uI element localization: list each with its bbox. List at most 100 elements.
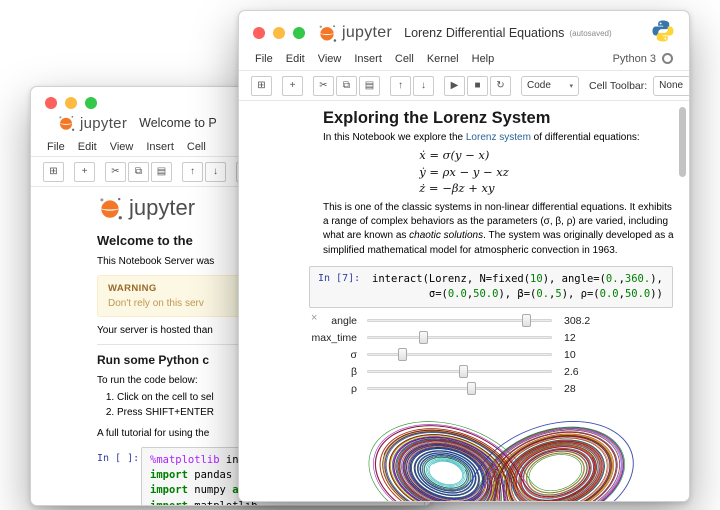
equation-line: ż = −βz + xy [419, 180, 509, 197]
add-cell-button[interactable]: + [74, 162, 95, 182]
brand-text: jupyter [80, 115, 127, 132]
slider-handle[interactable] [522, 314, 531, 327]
jupyter-planet-icon [97, 195, 123, 221]
page-title: Exploring the Lorenz System [323, 109, 675, 128]
minimize-button[interactable] [273, 27, 285, 39]
jupyter-planet-icon [317, 23, 337, 43]
beta-slider[interactable] [367, 364, 552, 379]
slider-handle[interactable] [459, 365, 468, 378]
code-editor[interactable]: interact(Lorenz, N=fixed(10), angle=(0.,… [364, 272, 663, 302]
restart-kernel-button[interactable]: ↻ [490, 76, 511, 96]
menu-help[interactable]: Help [472, 53, 495, 65]
add-cell-button[interactable]: + [282, 76, 303, 96]
move-cell-down-button[interactable]: ↓ [413, 76, 434, 96]
scrollbar[interactable] [679, 107, 686, 177]
widget-row-max-time: max_time 12 [249, 329, 689, 346]
menu-file[interactable]: File [255, 53, 273, 65]
slider-label: σ [249, 349, 367, 361]
widget-row-sigma: σ 10 [249, 346, 689, 363]
angle-slider[interactable] [367, 313, 552, 328]
autosave-status: (autosaved) [569, 29, 611, 38]
cut-cell-button[interactable]: ✂ [313, 76, 334, 96]
code-line: interact(Lorenz, N=fixed(10), angle=(0.,… [372, 272, 663, 287]
menu-file[interactable]: File [47, 141, 65, 153]
widget-row-beta: β 2.6 [249, 363, 689, 380]
slider-label: angle [249, 315, 367, 327]
window-controls [253, 27, 305, 39]
body-italic-text: chaotic solutions [409, 230, 483, 241]
slider-handle[interactable] [398, 348, 407, 361]
equation-line: ẋ = σ(y − x) [419, 147, 509, 164]
run-cell-button[interactable]: ▶ [444, 76, 465, 96]
slider-value: 28 [564, 383, 576, 395]
menu-cell[interactable]: Cell [187, 141, 206, 153]
paste-cell-button[interactable]: ▤ [151, 162, 172, 182]
paste-cell-button[interactable]: ▤ [359, 76, 380, 96]
python-logo-icon [651, 19, 675, 48]
lorenz-system-link[interactable]: Lorenz system [466, 132, 531, 143]
menu-insert[interactable]: Insert [354, 53, 382, 65]
menu-insert[interactable]: Insert [146, 141, 174, 153]
close-button[interactable] [45, 97, 57, 109]
max-time-slider[interactable] [367, 330, 552, 345]
jupyter-planet-icon [57, 114, 75, 132]
jupyter-logo: jupyter [57, 114, 127, 132]
input-prompt: In [7]: [318, 272, 364, 302]
code-line: σ=(0.0,50.0), β=(0.,5), ρ=(0.0,50.0)) [372, 287, 663, 302]
equation-line: ẏ = ρx − y − xz [419, 164, 509, 181]
header-bar: jupyter Lorenz Differential Equations (a… [239, 11, 689, 47]
slider-value: 10 [564, 349, 576, 361]
save-button[interactable]: ⊞ [43, 162, 64, 182]
kernel-indicator: Python 3 [613, 53, 673, 65]
cell-type-select[interactable]: Code ▾ [521, 76, 579, 96]
save-button[interactable]: ⊞ [251, 76, 272, 96]
minimize-button[interactable] [65, 97, 77, 109]
menu-view[interactable]: View [110, 141, 134, 153]
stop-kernel-button[interactable]: ■ [467, 76, 488, 96]
widget-row-rho: ρ 28 [249, 380, 689, 397]
intro-text: of differential equations: [531, 132, 640, 143]
notebook-title[interactable]: Welcome to P [139, 116, 217, 130]
copy-cell-button[interactable]: ⧉ [128, 162, 149, 182]
menu-edit[interactable]: Edit [286, 53, 305, 65]
zoom-button[interactable] [293, 27, 305, 39]
move-cell-up-button[interactable]: ↑ [182, 162, 203, 182]
cut-cell-button[interactable]: ✂ [105, 162, 126, 182]
kernel-idle-icon [662, 53, 673, 64]
menu-view[interactable]: View [318, 53, 342, 65]
move-cell-up-button[interactable]: ↑ [390, 76, 411, 96]
input-prompt: In [ ]: [97, 447, 141, 506]
menu-cell[interactable]: Cell [395, 53, 414, 65]
notebook-title[interactable]: Lorenz Differential Equations [404, 26, 564, 40]
brand-text: jupyter [342, 24, 392, 42]
close-button[interactable] [253, 27, 265, 39]
cell-output: × angle 308.2 max_time 12 σ [239, 312, 689, 502]
jupyter-logo: jupyter [317, 23, 392, 43]
slider-value: 2.6 [564, 366, 579, 378]
lorenz-attractor-plot [351, 401, 651, 502]
menu-edit[interactable]: Edit [78, 141, 97, 153]
cell-toolbar-select[interactable]: None ▾ [653, 76, 690, 96]
widget-close-button[interactable]: × [311, 313, 317, 324]
slider-label: ρ [249, 383, 367, 395]
slider-handle[interactable] [467, 382, 476, 395]
notebook-logo-text: jupyter [129, 195, 195, 221]
code-input-area[interactable]: In [7]: interact(Lorenz, N=fixed(10), an… [309, 266, 673, 308]
rho-slider[interactable] [367, 381, 552, 396]
slider-track [367, 336, 552, 339]
front-notebook-window[interactable]: jupyter Lorenz Differential Equations (a… [238, 10, 690, 502]
cell-toolbar-label: Cell Toolbar: [589, 80, 647, 92]
sigma-slider[interactable] [367, 347, 552, 362]
code-cell[interactable]: In [7]: interact(Lorenz, N=fixed(10), an… [309, 266, 673, 308]
slider-track [367, 353, 552, 356]
intro-text: In this Notebook we explore the [323, 132, 466, 143]
zoom-button[interactable] [85, 97, 97, 109]
slider-label: max_time [249, 332, 367, 344]
chevron-down-icon: ▾ [569, 82, 573, 90]
move-cell-down-button[interactable]: ↓ [205, 162, 226, 182]
intro-paragraph: In this Notebook we explore the Lorenz s… [323, 132, 675, 143]
slider-handle[interactable] [419, 331, 428, 344]
menu-kernel[interactable]: Kernel [427, 53, 459, 65]
copy-cell-button[interactable]: ⧉ [336, 76, 357, 96]
slider-track [367, 387, 552, 390]
